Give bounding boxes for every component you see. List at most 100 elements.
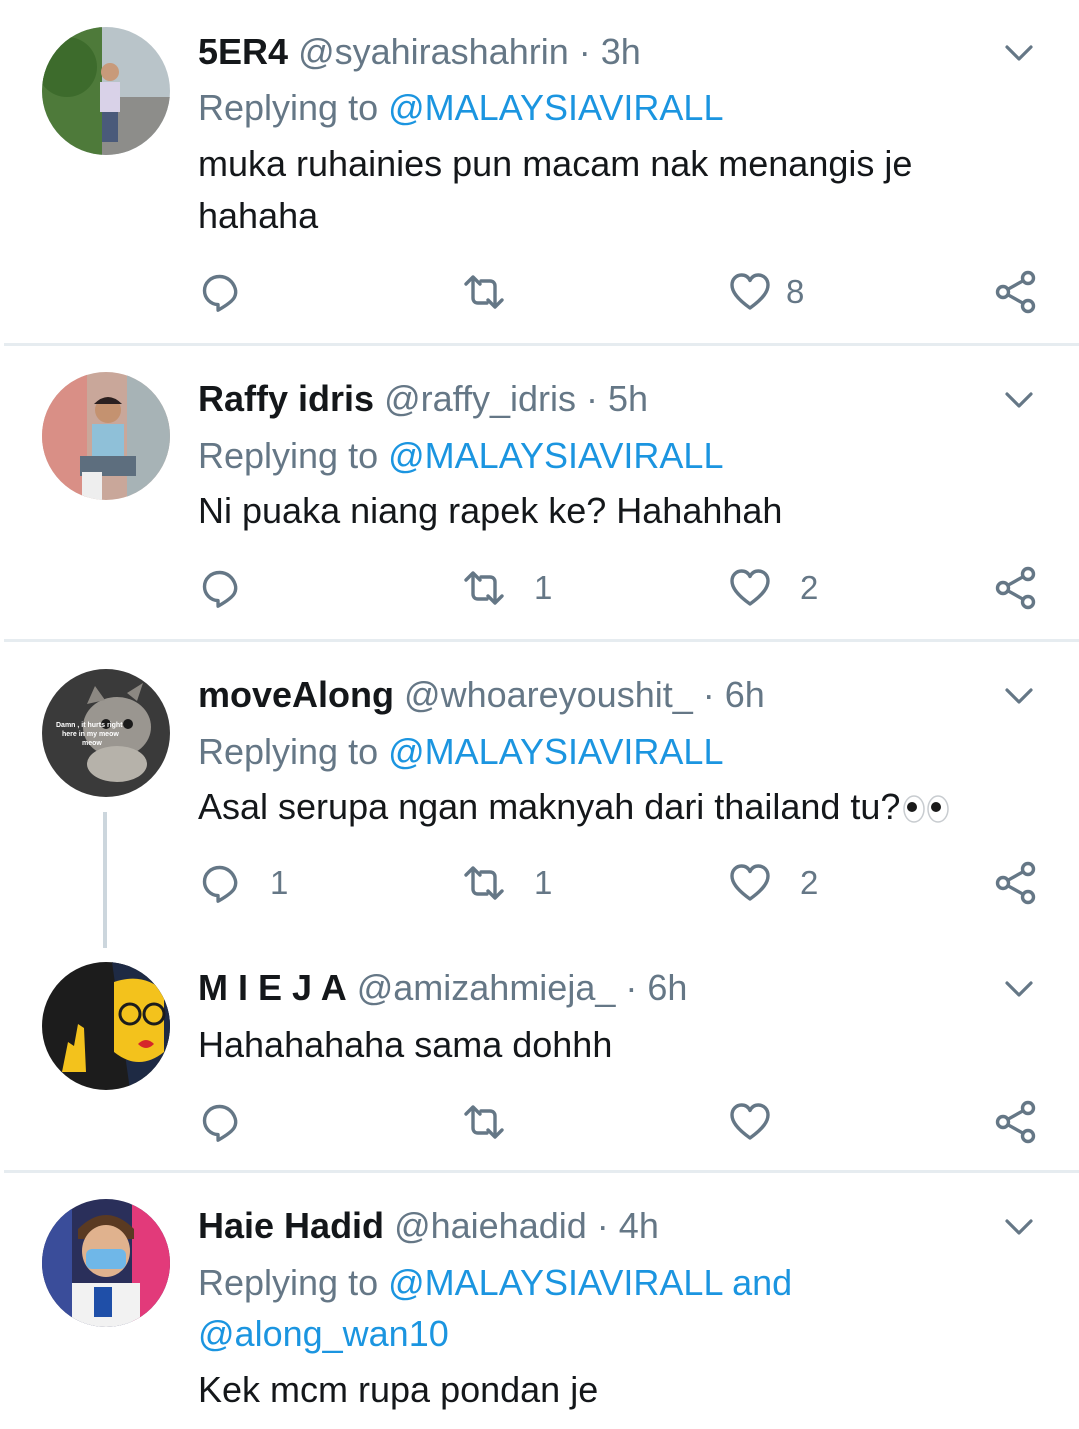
like-count: 2	[800, 864, 819, 901]
reply-icon	[202, 1104, 238, 1142]
share-icon	[995, 861, 1036, 905]
like-count: 2	[800, 569, 819, 606]
avatar[interactable]	[42, 962, 170, 1090]
timestamp[interactable]: 6h	[647, 967, 687, 1008]
user-handle[interactable]: @whoareyoushit_	[404, 674, 693, 715]
replying-to-label: Replying to	[198, 1262, 379, 1303]
chevron-down-icon[interactable]	[1004, 1218, 1034, 1238]
mention-link[interactable]: @MALAYSIAVIRALL	[388, 731, 723, 772]
share-button[interactable]	[994, 858, 1038, 908]
user-handle[interactable]: @haiehadid	[394, 1205, 587, 1246]
display-name[interactable]: Raffy idris	[198, 378, 374, 419]
timestamp[interactable]: 6h	[725, 674, 765, 715]
separator-dot: ·	[625, 967, 638, 1008]
separator-dot: ·	[586, 378, 599, 419]
retweet-icon	[464, 866, 504, 900]
replying-to: Replying to @MALAYSIAVIRALL	[198, 82, 723, 134]
tweet[interactable]: M I E J A @amizahmieja_ · 6h Hahahahaha …	[0, 942, 1079, 1170]
replying-to-continued: @along_wan10	[198, 1308, 449, 1360]
chevron-down-icon[interactable]	[1004, 687, 1034, 707]
mention-link[interactable]: @MALAYSIAVIRALL and	[388, 1262, 792, 1303]
retweet-icon	[464, 571, 504, 605]
action-bar	[198, 1097, 1058, 1147]
share-icon	[995, 1100, 1036, 1144]
like-button[interactable]: 2	[728, 563, 818, 613]
chevron-down-icon[interactable]	[1004, 980, 1034, 1000]
retweet-button[interactable]: 1	[462, 563, 552, 613]
reply-button[interactable]	[198, 563, 270, 613]
thread-connector	[103, 812, 107, 948]
mention-link[interactable]: @along_wan10	[198, 1313, 449, 1354]
retweet-count: 1	[534, 864, 553, 901]
user-handle[interactable]: @amizahmieja_	[357, 967, 616, 1008]
reply-button[interactable]	[198, 1097, 270, 1147]
replying-to-label: Replying to	[198, 435, 379, 476]
timestamp[interactable]: 4h	[619, 1205, 659, 1246]
avatar[interactable]: Damn , it hurts right here in my meow me…	[42, 669, 170, 797]
tweet-text: Kek mcm rupa pondan je	[198, 1369, 599, 1410]
retweet-button[interactable]: 1	[462, 858, 552, 908]
reply-icon	[202, 570, 238, 608]
tweet-text-content: Asal serupa ngan maknyah dari thailand t…	[198, 786, 901, 827]
replying-to: Replying to @MALAYSIAVIRALL	[198, 726, 723, 778]
tweet[interactable]: Damn , it hurts right here in my meow me…	[0, 642, 1079, 948]
mention-link[interactable]: @MALAYSIAVIRALL	[388, 87, 723, 128]
like-button[interactable]: 2	[728, 858, 818, 908]
replying-to-label: Replying to	[198, 87, 379, 128]
avatar[interactable]	[42, 27, 170, 155]
display-name[interactable]: M I E J A	[198, 967, 347, 1008]
like-button[interactable]: 8	[728, 267, 804, 317]
tweet-text: Hahahahaha sama dohhh	[198, 1024, 613, 1065]
user-handle[interactable]: @raffy_idris	[384, 378, 576, 419]
action-bar: 8	[198, 267, 1058, 317]
tweet[interactable]: Raffy idris @raffy_idris · 5h Replying t…	[0, 346, 1079, 640]
tweet-header: Haie Hadid @haiehadid · 4h	[198, 1204, 659, 1248]
like-count: 8	[786, 273, 805, 310]
tweet-text: muka ruhainies pun macam nak menangis je…	[198, 143, 913, 236]
user-handle[interactable]: @syahirashahrin	[298, 31, 569, 72]
action-bar: 1 1 2	[198, 858, 1058, 908]
mention-link[interactable]: @MALAYSIAVIRALL	[388, 435, 723, 476]
retweet-count: 1	[534, 569, 553, 606]
retweet-button[interactable]	[462, 1097, 534, 1147]
timestamp[interactable]: 5h	[608, 378, 648, 419]
tweet-text: Ni puaka niang rapek ke? Hahahhah	[198, 490, 783, 531]
eyes-emoji-icon	[903, 795, 950, 824]
action-bar: 1 2	[198, 563, 1058, 613]
avatar[interactable]	[42, 372, 170, 500]
tweet[interactable]: 5ER4 @syahirashahrin · 3h Replying to @M…	[0, 0, 1079, 345]
separator-dot: ·	[578, 31, 591, 72]
reply-count: 1	[270, 864, 289, 901]
chevron-down-icon[interactable]	[1004, 44, 1034, 64]
replying-to: Replying to @MALAYSIAVIRALL and	[198, 1257, 792, 1309]
tweet[interactable]: Haie Hadid @haiehadid · 4h Replying to @…	[0, 1173, 1079, 1429]
share-icon	[995, 566, 1036, 610]
like-icon	[730, 1103, 770, 1140]
display-name[interactable]: Haie Hadid	[198, 1205, 384, 1246]
like-button[interactable]	[728, 1097, 800, 1147]
like-icon	[730, 569, 770, 606]
tweet-text: Asal serupa ngan maknyah dari thailand t…	[198, 781, 1028, 833]
display-name[interactable]: moveAlong	[198, 674, 394, 715]
share-button[interactable]	[994, 267, 1038, 317]
reply-icon	[202, 865, 238, 903]
tweet-header: Raffy idris @raffy_idris · 5h	[198, 377, 648, 421]
reply-button[interactable]	[198, 267, 270, 317]
retweet-icon	[464, 275, 504, 309]
retweet-icon	[464, 1105, 504, 1139]
share-icon	[995, 270, 1036, 314]
replying-to-label: Replying to	[198, 731, 379, 772]
avatar[interactable]	[42, 1199, 170, 1327]
tweet-header: moveAlong @whoareyoushit_ · 6h	[198, 673, 765, 717]
share-button[interactable]	[994, 563, 1038, 613]
chevron-down-icon[interactable]	[1004, 391, 1034, 411]
replying-to: Replying to @MALAYSIAVIRALL	[198, 430, 723, 482]
display-name[interactable]: 5ER4	[198, 31, 288, 72]
like-icon	[730, 273, 770, 310]
tweet-header: M I E J A @amizahmieja_ · 6h	[198, 966, 687, 1010]
timestamp[interactable]: 3h	[601, 31, 641, 72]
retweet-button[interactable]	[462, 267, 534, 317]
share-button[interactable]	[994, 1097, 1038, 1147]
reply-button[interactable]: 1	[198, 858, 288, 908]
separator-dot: ·	[702, 674, 715, 715]
